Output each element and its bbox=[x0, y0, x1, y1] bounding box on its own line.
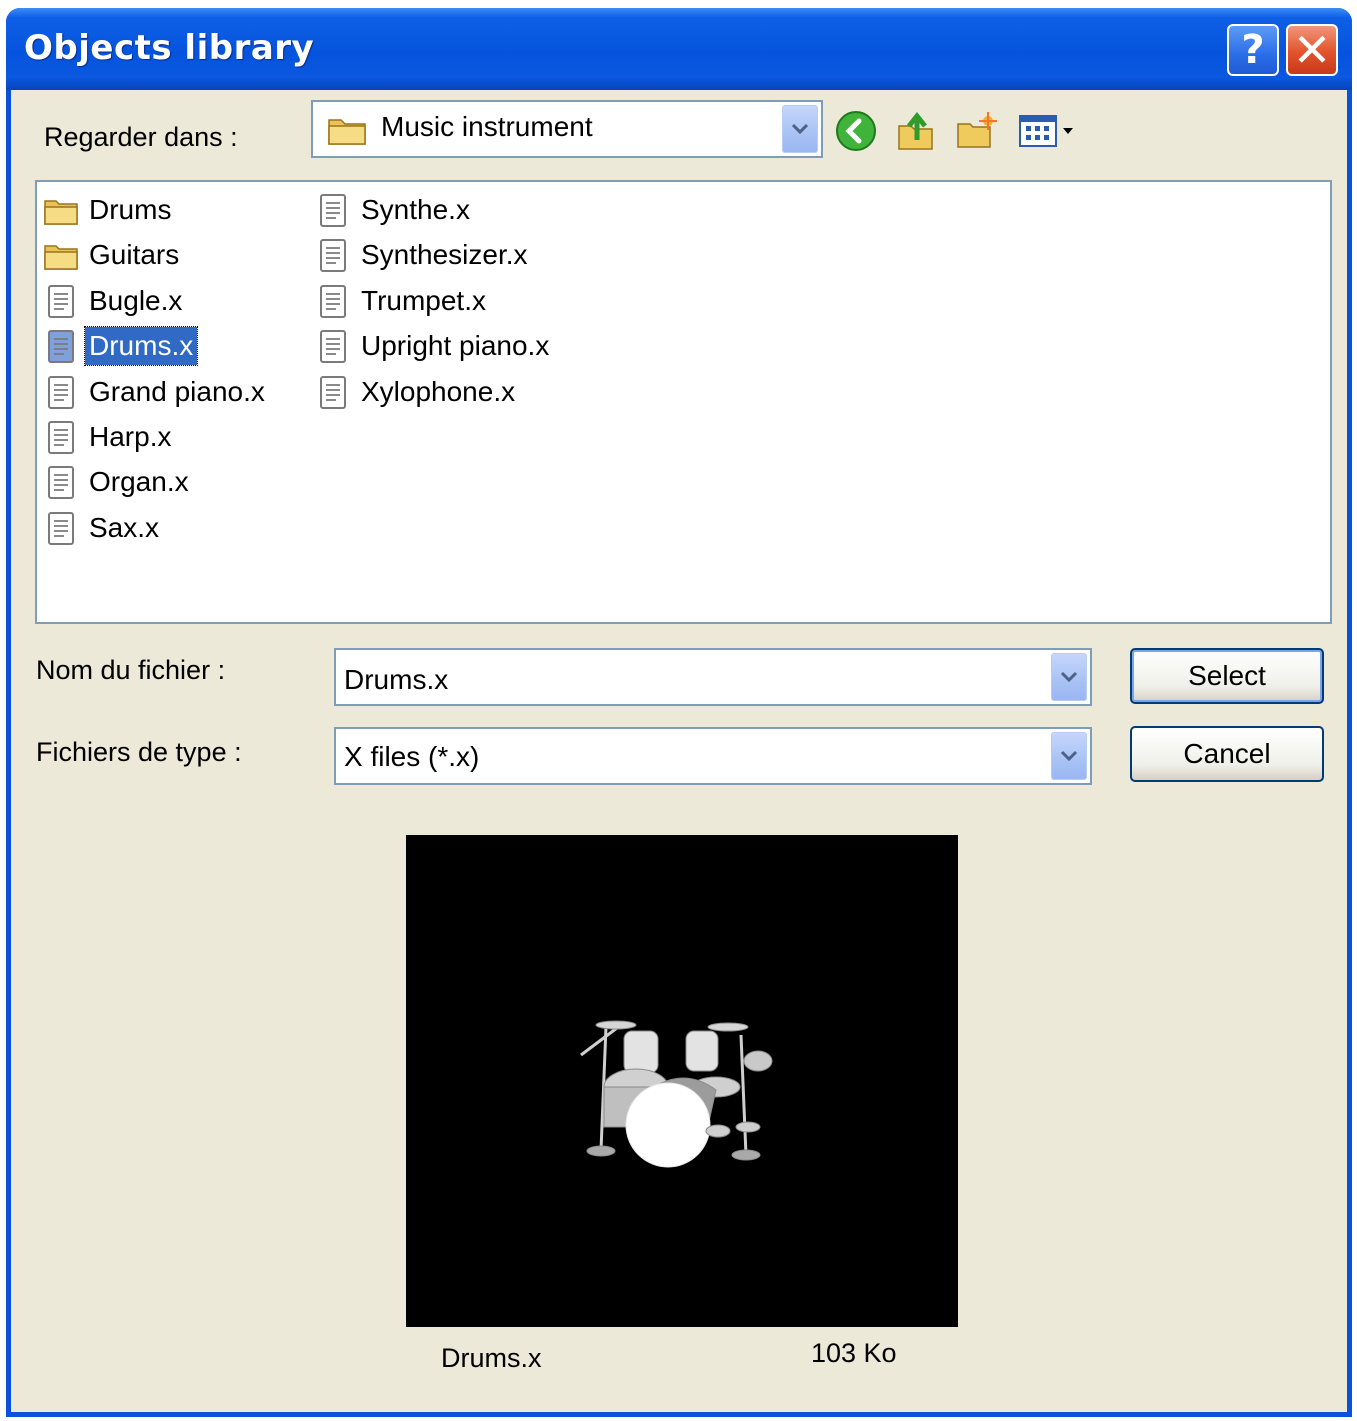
document-icon bbox=[48, 421, 74, 454]
cancel-button[interactable]: Cancel bbox=[1130, 726, 1324, 782]
back-icon[interactable] bbox=[835, 110, 877, 152]
dialog-body: Regarder dans : Music instrument Drums G… bbox=[11, 90, 1347, 1412]
filename-combo[interactable]: Drums.x bbox=[334, 648, 1092, 706]
chevron-down-icon bbox=[1060, 671, 1078, 683]
document-icon bbox=[320, 284, 346, 318]
filename-dropdown-button[interactable] bbox=[1051, 653, 1087, 701]
folder-item[interactable]: Drums bbox=[43, 190, 175, 230]
select-button[interactable]: Select bbox=[1130, 648, 1324, 704]
file-item[interactable]: Synthesizer.x bbox=[315, 235, 532, 275]
look-in-label: Regarder dans : bbox=[44, 122, 238, 152]
up-folder-icon[interactable] bbox=[895, 110, 937, 152]
file-item-label: Grand piano.x bbox=[89, 375, 265, 407]
file-item-label: Xylophone.x bbox=[361, 375, 516, 407]
filetype-dropdown-button[interactable] bbox=[1051, 732, 1087, 780]
look-in-combo[interactable]: Music instrument bbox=[311, 100, 823, 158]
file-item-label: Drums bbox=[89, 194, 172, 225]
file-item-label: Bugle.x bbox=[89, 284, 183, 316]
drum-kit-preview-image bbox=[580, 1020, 773, 1168]
new-folder-icon[interactable] bbox=[955, 110, 997, 152]
preview-filename: Drums.x bbox=[441, 1343, 542, 1373]
file-item-label: Sax.x bbox=[89, 511, 160, 543]
file-item-label: Upright piano.x bbox=[361, 330, 550, 362]
filetype-combo[interactable]: X files (*.x) bbox=[334, 727, 1092, 785]
document-icon bbox=[48, 375, 74, 409]
title-bar[interactable]: Objects library ? ✕ bbox=[6, 8, 1352, 90]
document-icon bbox=[48, 284, 74, 318]
file-item[interactable]: Organ.x bbox=[43, 462, 193, 502]
file-item-label: Organ.x bbox=[89, 466, 189, 498]
close-button[interactable]: ✕ bbox=[1286, 23, 1338, 77]
look-in-dropdown-button[interactable] bbox=[782, 105, 818, 153]
file-item-label: Guitars bbox=[89, 239, 180, 271]
look-in-value: Music instrument bbox=[381, 111, 593, 142]
file-item-label: Drums.x bbox=[83, 326, 199, 367]
help-icon: ? bbox=[1241, 27, 1265, 73]
preview-pane bbox=[406, 835, 958, 1327]
objects-library-dialog: Objects library ? ✕ Regarder dans : Musi… bbox=[6, 8, 1352, 1417]
view-menu-icon[interactable] bbox=[1017, 110, 1079, 152]
file-item[interactable]: Xylophone.x bbox=[315, 372, 519, 412]
chevron-down-icon bbox=[1060, 750, 1078, 762]
file-item[interactable]: Upright piano.x bbox=[315, 326, 553, 366]
file-item[interactable]: Drums.x bbox=[43, 326, 199, 367]
file-item[interactable]: Grand piano.x bbox=[43, 372, 269, 412]
file-item[interactable]: Synthe.x bbox=[315, 190, 474, 230]
filename-label: Nom du fichier : bbox=[36, 655, 226, 685]
file-list[interactable]: Drums Guitars Bugle.x Drums.x Grand piano.x H… bbox=[35, 180, 1332, 624]
file-item[interactable]: Sax.x bbox=[43, 508, 163, 548]
folder-icon bbox=[328, 119, 366, 145]
help-button[interactable]: ? bbox=[1227, 24, 1279, 76]
filetype-label: Fichiers de type : bbox=[36, 737, 242, 767]
chevron-down-icon bbox=[791, 123, 809, 135]
file-item[interactable]: Bugle.x bbox=[43, 281, 186, 321]
document-icon bbox=[320, 330, 346, 364]
filename-value: Drums.x bbox=[344, 664, 449, 695]
document-icon bbox=[320, 194, 346, 227]
file-item-label: Trumpet.x bbox=[361, 284, 486, 316]
document-icon bbox=[320, 375, 346, 409]
folder-icon bbox=[44, 200, 78, 225]
folder-item[interactable]: Guitars bbox=[43, 235, 183, 275]
close-icon: ✕ bbox=[1292, 23, 1332, 77]
document-icon bbox=[48, 511, 74, 545]
file-item[interactable]: Trumpet.x bbox=[315, 281, 490, 321]
folder-icon bbox=[44, 245, 78, 271]
filetype-value: X files (*.x) bbox=[344, 741, 480, 772]
preview-filesize: 103 Ko bbox=[811, 1338, 897, 1368]
window-title: Objects library bbox=[24, 28, 315, 68]
file-item-label: Synthesizer.x bbox=[361, 239, 528, 271]
document-icon bbox=[48, 466, 74, 500]
file-item-label: Synthe.x bbox=[361, 194, 470, 225]
document-icon bbox=[48, 330, 74, 364]
file-item[interactable]: Harp.x bbox=[43, 417, 175, 457]
document-icon bbox=[320, 239, 346, 273]
file-item-label: Harp.x bbox=[89, 421, 172, 452]
